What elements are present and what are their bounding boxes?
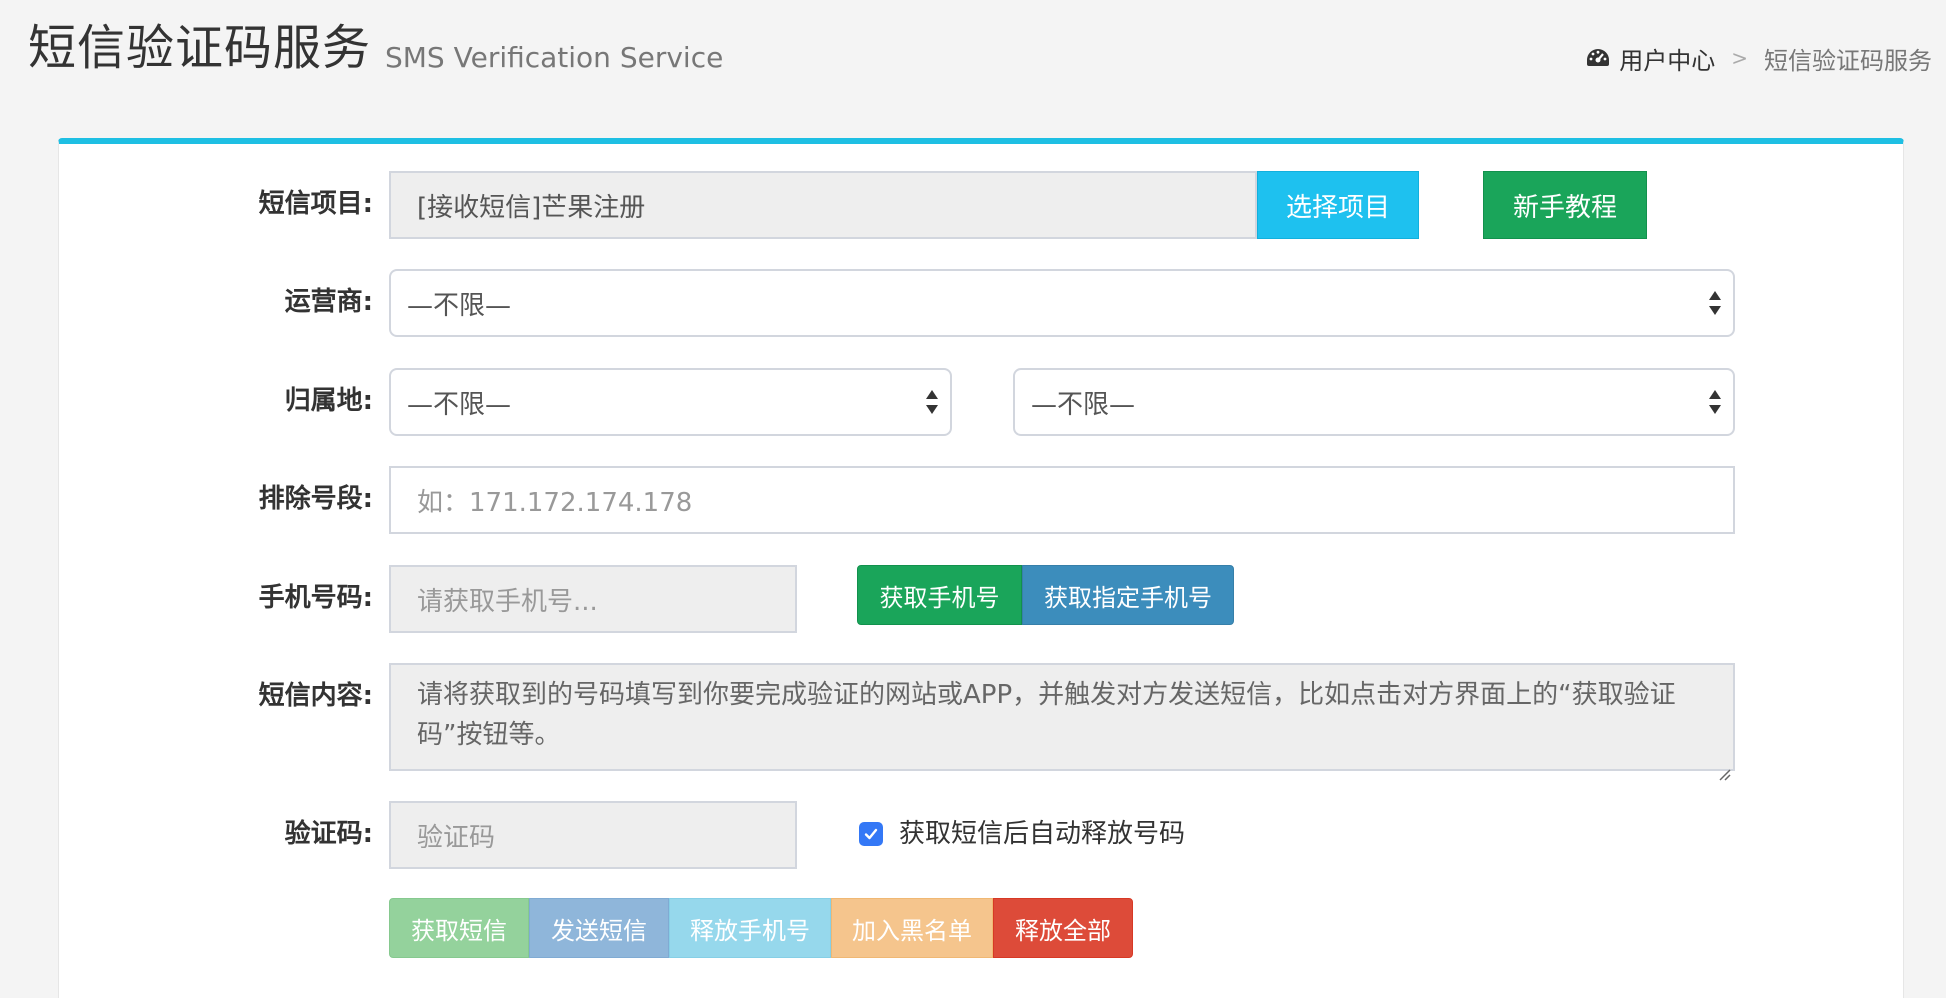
code-input[interactable]: 验证码 [389, 801, 797, 869]
get-sms-button[interactable]: 获取短信 [389, 898, 529, 958]
code-placeholder: 验证码 [417, 822, 496, 853]
get-phone-button[interactable]: 获取手机号 [857, 565, 1022, 625]
carrier-label: 运营商: [284, 287, 373, 317]
location-label: 归属地: [284, 386, 373, 416]
select-arrows-icon [926, 389, 938, 415]
send-sms-button[interactable]: 发送短信 [529, 898, 669, 958]
carrier-selected: —不限— [407, 290, 512, 321]
project-value: [接收短信]芒果注册 [417, 192, 646, 223]
exclude-label: 排除号段: [258, 484, 373, 514]
city-selected: —不限— [1031, 389, 1136, 420]
sms-form-box: 短信项目: [接收短信]芒果注册 选择项目 新手教程 运营商: —不限— 归属地… [58, 138, 1904, 998]
page-title: 短信验证码服务 [28, 20, 372, 76]
get-specific-phone-button[interactable]: 获取指定手机号 [1022, 565, 1234, 625]
breadcrumb: 用户中心 > 短信验证码服务 [1585, 38, 1932, 78]
exclude-placeholder: 如：171.172.174.178 [417, 487, 693, 518]
dashboard-icon [1585, 47, 1611, 69]
page-header: 短信验证码服务 SMS Verification Service 用户中心 > … [0, 0, 1946, 110]
breadcrumb-separator: > [1731, 46, 1748, 70]
auto-release-checkbox[interactable] [859, 822, 883, 846]
breadcrumb-current: 短信验证码服务 [1764, 46, 1932, 75]
project-label: 短信项目: [258, 189, 373, 219]
select-arrows-icon [1709, 389, 1721, 415]
phone-input[interactable]: 请获取手机号... [389, 565, 797, 633]
city-select[interactable]: —不限— [1013, 368, 1735, 436]
select-project-button[interactable]: 选择项目 [1257, 171, 1419, 239]
exclude-input[interactable]: 如：171.172.174.178 [389, 466, 1735, 534]
release-all-button[interactable]: 释放全部 [993, 898, 1133, 958]
release-phone-button[interactable]: 释放手机号 [669, 898, 831, 958]
province-select[interactable]: —不限— [389, 368, 952, 436]
breadcrumb-home-link[interactable]: 用户中心 [1619, 41, 1715, 76]
phone-label: 手机号码: [258, 583, 373, 613]
auto-release-label[interactable]: 获取短信后自动释放号码 [899, 814, 1185, 854]
phone-placeholder: 请获取手机号... [417, 586, 598, 617]
project-field[interactable]: [接收短信]芒果注册 [389, 171, 1257, 239]
content-label: 短信内容: [258, 681, 373, 711]
blacklist-button[interactable]: 加入黑名单 [831, 898, 993, 958]
sms-content-textarea[interactable]: 请将获取到的号码填写到你要完成验证的网站或APP，并触发对方发送短信，比如点击对… [389, 663, 1735, 781]
page-subtitle: SMS Verification Service [385, 41, 724, 74]
province-selected: —不限— [407, 389, 512, 420]
check-icon [864, 828, 878, 840]
sms-content-text: 请将获取到的号码填写到你要完成验证的网站或APP，并触发对方发送短信，比如点击对… [417, 680, 1676, 750]
carrier-select[interactable]: —不限— [389, 269, 1735, 337]
resize-grip-icon[interactable] [1717, 753, 1731, 781]
code-label: 验证码: [284, 819, 373, 849]
tutorial-button[interactable]: 新手教程 [1483, 171, 1647, 239]
select-arrows-icon [1709, 290, 1721, 316]
